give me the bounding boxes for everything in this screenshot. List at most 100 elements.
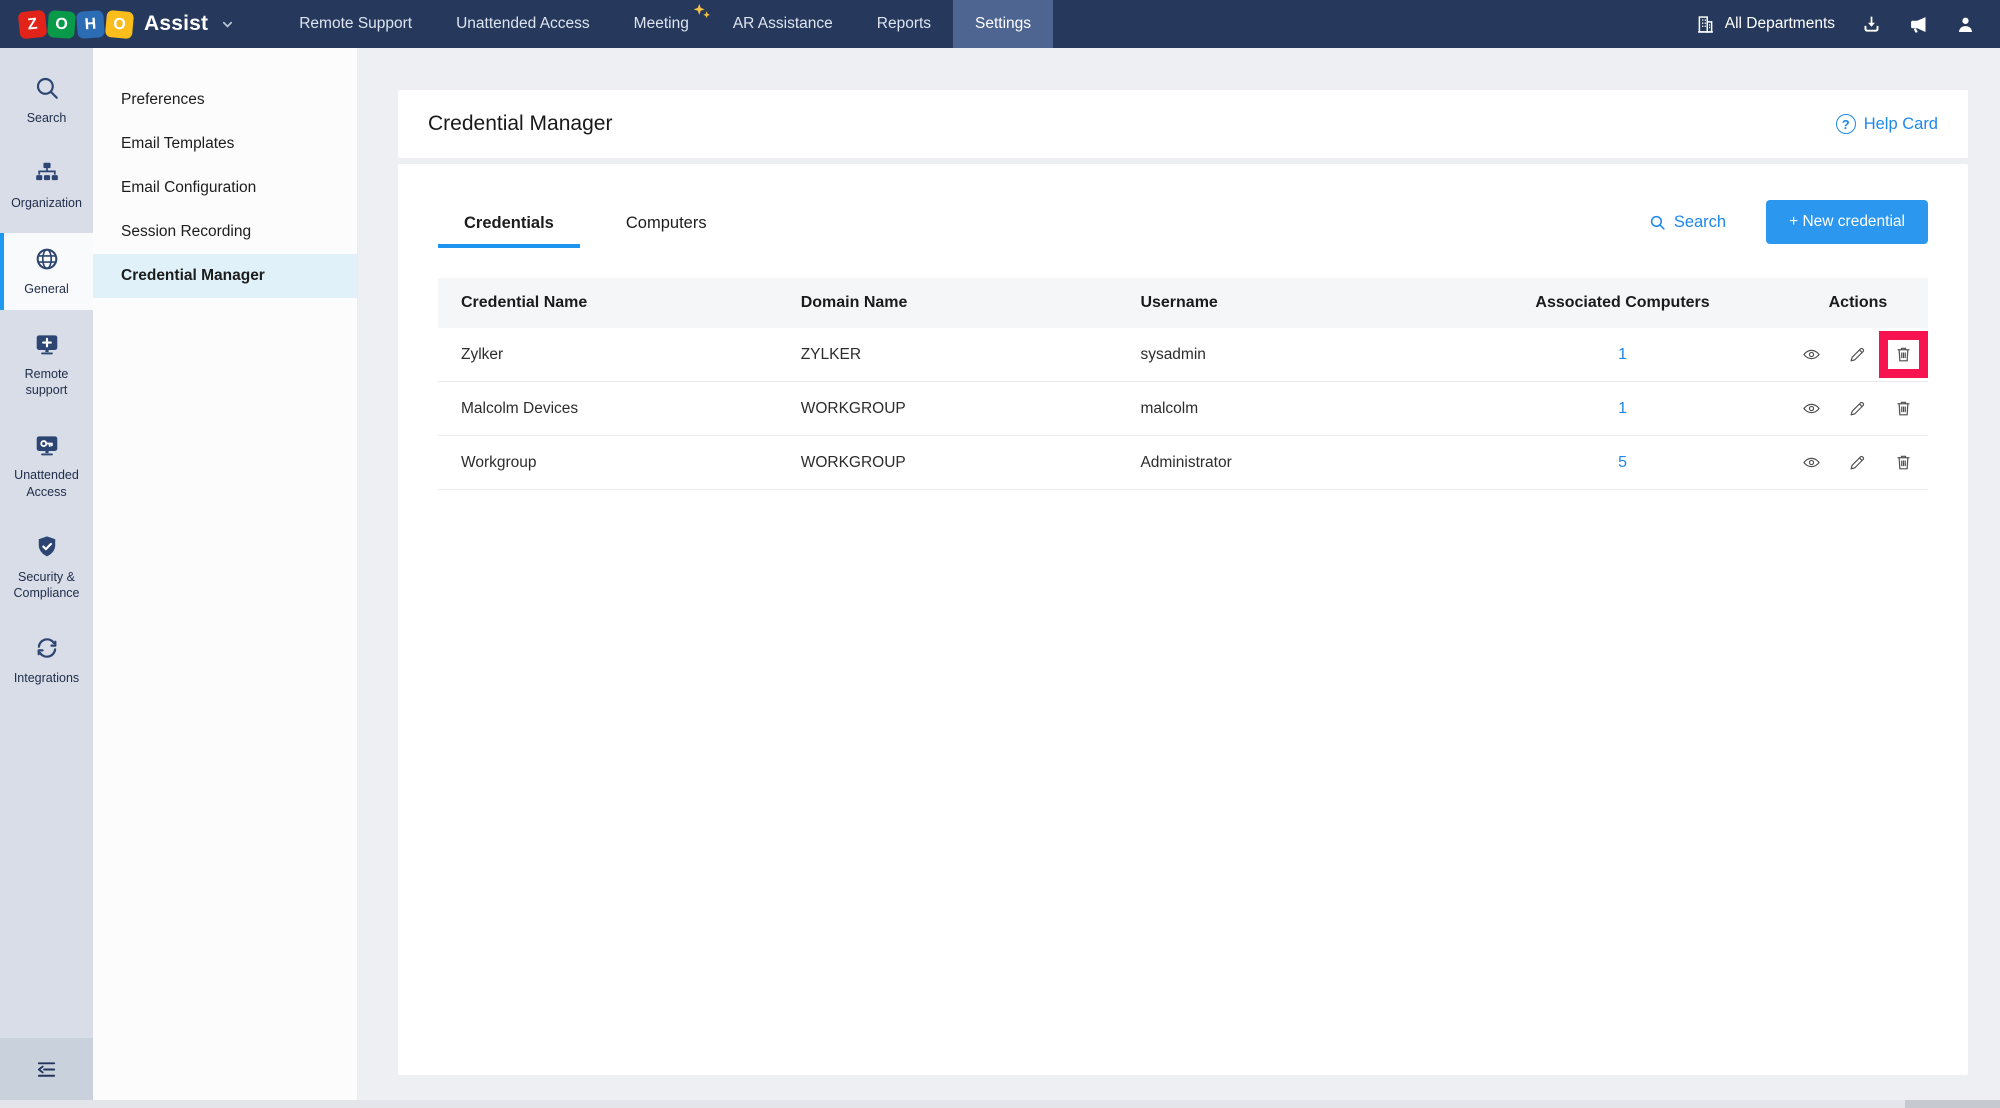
page-header: Credential Manager ? Help Card bbox=[398, 90, 1968, 158]
page-title: Credential Manager bbox=[428, 112, 612, 136]
credential-name-cell: Workgroup bbox=[438, 436, 778, 490]
column-header-credential-name: Credential Name bbox=[438, 278, 778, 328]
help-card-link[interactable]: ? Help Card bbox=[1836, 114, 1938, 134]
sidebar-item-label: Organization bbox=[11, 195, 82, 211]
domain-name-cell: WORKGROUP bbox=[778, 382, 1118, 436]
user-profile-icon[interactable] bbox=[1955, 14, 1976, 35]
organization-icon bbox=[34, 160, 60, 186]
associated-computers-link[interactable]: 5 bbox=[1618, 454, 1627, 471]
delete-icon[interactable] bbox=[1894, 345, 1913, 364]
view-icon[interactable] bbox=[1802, 453, 1821, 472]
integrations-icon bbox=[34, 635, 60, 661]
tab-bar: Credentials Computers bbox=[438, 214, 733, 248]
submenu-item-email-configuration[interactable]: Email Configuration bbox=[93, 166, 357, 210]
sidebar-item-label: Search bbox=[27, 110, 67, 126]
edit-icon[interactable] bbox=[1848, 345, 1867, 364]
nav-unattended-access[interactable]: Unattended Access bbox=[434, 0, 612, 48]
collapse-sidebar-button[interactable] bbox=[0, 1038, 93, 1100]
help-card-label: Help Card bbox=[1864, 115, 1938, 134]
logo-tile-z: Z bbox=[18, 9, 48, 39]
column-header-domain-name: Domain Name bbox=[778, 278, 1118, 328]
nav-meeting[interactable]: Meeting bbox=[612, 0, 711, 48]
top-navigation: Z O H O Assist Remote Support Unattended… bbox=[0, 0, 2000, 48]
help-icon: ? bbox=[1836, 114, 1856, 134]
horizontal-scrollbar[interactable] bbox=[0, 1100, 2000, 1108]
search-label: Search bbox=[1674, 213, 1726, 232]
nav-ar-assistance[interactable]: AR Assistance bbox=[711, 0, 855, 48]
table-row: Workgroup WORKGROUP Administrator 5 bbox=[438, 436, 1928, 490]
main-menu: Remote Support Unattended Access Meeting… bbox=[277, 0, 1053, 48]
sidebar-item-organization[interactable]: Organization bbox=[0, 147, 93, 224]
tab-computers[interactable]: Computers bbox=[600, 214, 733, 248]
view-icon[interactable] bbox=[1802, 345, 1821, 364]
nav-meeting-label: Meeting bbox=[634, 15, 689, 33]
credential-name-cell: Zylker bbox=[438, 328, 778, 382]
nav-remote-support[interactable]: Remote Support bbox=[277, 0, 434, 48]
logo-tile-o1: O bbox=[47, 10, 76, 39]
table-row: Malcolm Devices WORKGROUP malcolm 1 bbox=[438, 382, 1928, 436]
sidebar-item-label: Security & Compliance bbox=[7, 569, 86, 602]
sidebar-item-search[interactable]: Search bbox=[0, 62, 93, 139]
column-header-associated-computers: Associated Computers bbox=[1457, 278, 1788, 328]
delete-highlight-box bbox=[1879, 331, 1928, 378]
credential-manager-card: Credentials Computers Search + New crede… bbox=[398, 164, 1968, 1075]
submenu-item-session-recording[interactable]: Session Recording bbox=[93, 210, 357, 254]
scrollbar-thumb[interactable] bbox=[1905, 1100, 2000, 1108]
sidebar-item-label: Remote support bbox=[7, 366, 86, 399]
logo-tile-o2: O bbox=[105, 9, 134, 38]
remote-support-icon bbox=[34, 331, 60, 357]
sidebar-item-remote-support[interactable]: Remote support bbox=[0, 318, 93, 412]
username-cell: malcolm bbox=[1117, 382, 1457, 436]
sidebar-item-general[interactable]: General bbox=[0, 233, 93, 310]
zoho-assist-logo[interactable]: Z O H O Assist bbox=[0, 0, 235, 48]
edit-icon[interactable] bbox=[1848, 453, 1867, 472]
delete-icon[interactable] bbox=[1894, 453, 1913, 472]
column-header-username: Username bbox=[1117, 278, 1457, 328]
announcements-icon[interactable] bbox=[1908, 14, 1929, 35]
department-selector[interactable]: All Departments bbox=[1695, 14, 1835, 35]
department-label: All Departments bbox=[1725, 15, 1835, 33]
shield-check-icon bbox=[34, 534, 60, 560]
submenu-item-email-templates[interactable]: Email Templates bbox=[93, 122, 357, 166]
globe-icon bbox=[34, 246, 60, 272]
nav-utilities: All Departments bbox=[1695, 0, 2000, 48]
associated-computers-link[interactable]: 1 bbox=[1618, 346, 1627, 363]
general-submenu: Preferences Email Templates Email Config… bbox=[93, 48, 358, 1100]
sidebar-item-integrations[interactable]: Integrations bbox=[0, 622, 93, 699]
product-name: Assist bbox=[144, 12, 208, 36]
download-icon[interactable] bbox=[1861, 14, 1882, 35]
sidebar-item-security-compliance[interactable]: Security & Compliance bbox=[0, 521, 93, 615]
main-content: Credential Manager ? Help Card Credentia… bbox=[358, 48, 2000, 1100]
table-row: Zylker ZYLKER sysadmin 1 bbox=[438, 328, 1928, 382]
edit-icon[interactable] bbox=[1848, 399, 1867, 418]
unattended-access-icon bbox=[34, 432, 60, 458]
search-button[interactable]: Search bbox=[1649, 213, 1726, 232]
sidebar-item-label: Integrations bbox=[14, 670, 79, 686]
search-icon bbox=[1649, 214, 1666, 231]
credential-name-cell: Malcolm Devices bbox=[438, 382, 778, 436]
sparkle-icon bbox=[691, 2, 713, 24]
submenu-item-credential-manager[interactable]: Credential Manager bbox=[93, 254, 357, 298]
associated-computers-link[interactable]: 1 bbox=[1618, 400, 1627, 417]
row-actions bbox=[1788, 436, 1928, 489]
collapse-sidebar-icon bbox=[35, 1058, 58, 1081]
nav-reports[interactable]: Reports bbox=[855, 0, 953, 48]
departments-icon bbox=[1695, 14, 1716, 35]
table-header-row: Credential Name Domain Name Username Ass… bbox=[438, 278, 1928, 328]
sidebar-item-label: General bbox=[24, 281, 68, 297]
credentials-table: Credential Name Domain Name Username Ass… bbox=[438, 278, 1928, 490]
toolbar: Credentials Computers Search + New crede… bbox=[438, 200, 1928, 248]
view-icon[interactable] bbox=[1802, 399, 1821, 418]
row-actions bbox=[1788, 328, 1928, 381]
domain-name-cell: WORKGROUP bbox=[778, 436, 1118, 490]
chevron-down-icon[interactable] bbox=[220, 17, 235, 32]
settings-sidebar: Search Organization General Remote suppo… bbox=[0, 48, 93, 1100]
new-credential-button[interactable]: + New credential bbox=[1766, 200, 1928, 244]
username-cell: sysadmin bbox=[1117, 328, 1457, 382]
search-icon bbox=[34, 75, 60, 101]
nav-settings[interactable]: Settings bbox=[953, 0, 1053, 48]
submenu-item-preferences[interactable]: Preferences bbox=[93, 78, 357, 122]
sidebar-item-unattended-access[interactable]: Unattended Access bbox=[0, 419, 93, 513]
tab-credentials[interactable]: Credentials bbox=[438, 214, 580, 248]
delete-icon[interactable] bbox=[1894, 399, 1913, 418]
